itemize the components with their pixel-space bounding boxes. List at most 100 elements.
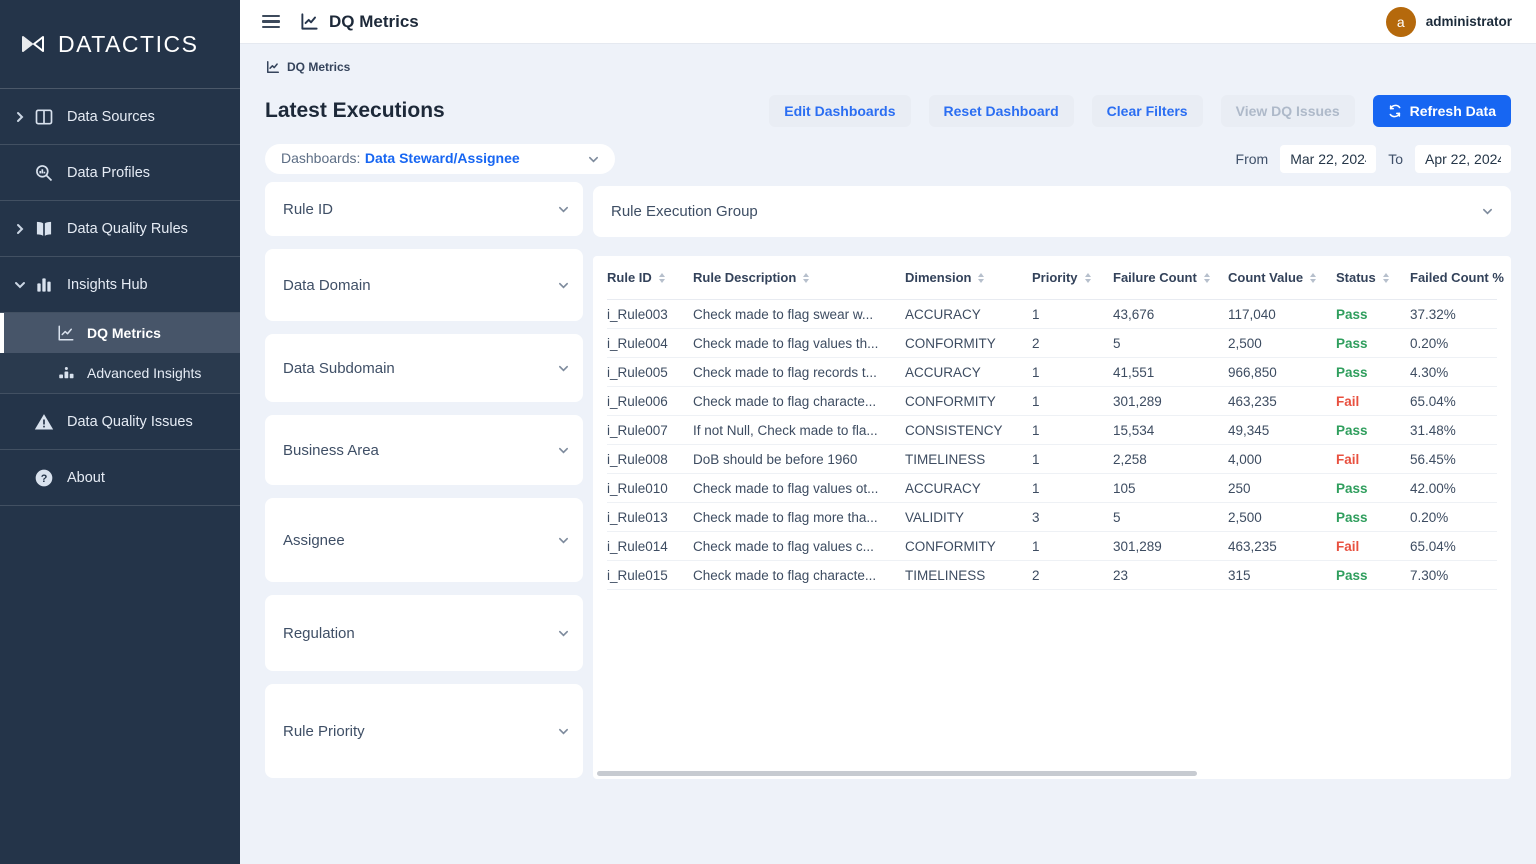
cell-rule-id: i_Rule013 [607, 510, 693, 525]
view-dq-issues-button[interactable]: View DQ Issues [1221, 95, 1355, 127]
chevron-down-icon [558, 445, 569, 456]
cell-failure-count: 43,676 [1113, 307, 1228, 322]
date-from-input[interactable] [1280, 145, 1376, 173]
cell-count-value: 4,000 [1228, 452, 1336, 467]
avatar[interactable]: a [1386, 7, 1416, 37]
chevron-down-icon [558, 726, 569, 737]
column-header-failed-count-pct[interactable]: Failed Count % [1410, 270, 1497, 285]
sort-icon[interactable] [659, 273, 665, 283]
sort-icon[interactable] [803, 273, 809, 283]
refresh-icon [1388, 104, 1402, 118]
sidebar-item-data-quality-issues[interactable]: Data Quality Issues [0, 394, 240, 450]
cell-dimension: CONSISTENCY [905, 423, 1032, 438]
horizontal-scrollbar[interactable] [597, 771, 1197, 776]
reset-dashboard-button[interactable]: Reset Dashboard [929, 95, 1074, 127]
cell-rule-description: Check made to flag values c... [693, 539, 905, 554]
cell-status-badge: Pass [1336, 336, 1410, 351]
chevron-right-icon [14, 111, 26, 123]
filter-collapse[interactable]: Business Area [265, 415, 583, 485]
sidebar-item-advanced-insights[interactable]: Advanced Insights [0, 353, 240, 393]
cell-failure-count: 23 [1113, 568, 1228, 583]
filter-label: Rule ID [283, 201, 333, 218]
cell-rule-id: i_Rule003 [607, 307, 693, 322]
cell-count-value: 2,500 [1228, 336, 1336, 351]
cell-priority: 1 [1032, 423, 1113, 438]
cell-priority: 1 [1032, 365, 1113, 380]
dashboards-select[interactable]: Dashboards: Data Steward/Assignee [265, 144, 615, 174]
sidebar-item-data-sources[interactable]: Data Sources [0, 89, 240, 145]
cell-rule-id: i_Rule008 [607, 452, 693, 467]
cell-count-value: 463,235 [1228, 539, 1336, 554]
cell-dimension: CONFORMITY [905, 336, 1032, 351]
column-header-rule-id[interactable]: Rule ID [607, 270, 693, 285]
cell-rule-description: Check made to flag values th... [693, 336, 905, 351]
cell-rule-description: Check made to flag characte... [693, 568, 905, 583]
sidebar-item-insights-hub[interactable]: Insights Hub [0, 257, 240, 313]
cell-count-value: 463,235 [1228, 394, 1336, 409]
cell-failure-count: 2,258 [1113, 452, 1228, 467]
sort-icon[interactable] [1310, 273, 1316, 283]
cell-rule-description: Check made to flag more tha... [693, 510, 905, 525]
column-header-priority[interactable]: Priority [1032, 270, 1113, 285]
cell-dimension: CONFORMITY [905, 394, 1032, 409]
cell-rule-id: i_Rule015 [607, 568, 693, 583]
column-header-failure-count[interactable]: Failure Count [1113, 270, 1228, 285]
table-row[interactable]: i_Rule013 Check made to flag more tha...… [607, 503, 1497, 532]
table-row[interactable]: i_Rule005 Check made to flag records t..… [607, 358, 1497, 387]
cell-failed-count-pct: 31.48% [1410, 423, 1497, 438]
column-header-rule-description[interactable]: Rule Description [693, 270, 905, 285]
cell-count-value: 315 [1228, 568, 1336, 583]
cell-count-value: 966,850 [1228, 365, 1336, 380]
hamburger-menu-icon[interactable] [262, 15, 280, 29]
filter-collapse[interactable]: Rule Priority [265, 684, 583, 778]
cell-failed-count-pct: 65.04% [1410, 394, 1497, 409]
cell-dimension: CONFORMITY [905, 539, 1032, 554]
breadcrumb-label[interactable]: DQ Metrics [287, 60, 350, 74]
rule-execution-group-collapse[interactable]: Rule Execution Group [593, 186, 1511, 237]
cell-dimension: TIMELINESS [905, 568, 1032, 583]
sort-icon[interactable] [1085, 273, 1091, 283]
sidebar-item-about[interactable]: ? About [0, 450, 240, 506]
column-header-dimension[interactable]: Dimension [905, 270, 1032, 285]
table-row[interactable]: i_Rule008 DoB should be before 1960 TIME… [607, 445, 1497, 474]
sidebar-item-data-profiles[interactable]: Data Profiles [0, 145, 240, 201]
clear-filters-button[interactable]: Clear Filters [1092, 95, 1203, 127]
edit-dashboards-button[interactable]: Edit Dashboards [769, 95, 910, 127]
sort-icon[interactable] [1383, 273, 1389, 283]
filter-collapse[interactable]: Assignee [265, 498, 583, 582]
table-row[interactable]: i_Rule014 Check made to flag values c...… [607, 532, 1497, 561]
line-chart-icon [266, 60, 280, 74]
date-to-input[interactable] [1415, 145, 1511, 173]
cell-status-badge: Fail [1336, 539, 1410, 554]
cell-rule-description: If not Null, Check made to fla... [693, 423, 905, 438]
table-row[interactable]: i_Rule004 Check made to flag values th..… [607, 329, 1497, 358]
table-row[interactable]: i_Rule010 Check made to flag values ot..… [607, 474, 1497, 503]
dashboards-select-label: Dashboards: [281, 150, 360, 166]
cell-priority: 1 [1032, 481, 1113, 496]
datactics-bowtie-icon [20, 31, 46, 57]
user-menu[interactable]: a administrator [1386, 7, 1512, 37]
breadcrumb: DQ Metrics [240, 44, 1536, 90]
column-header-status[interactable]: Status [1336, 270, 1410, 285]
table-row[interactable]: i_Rule006 Check made to flag characte...… [607, 387, 1497, 416]
top-header: DQ Metrics a administrator [240, 0, 1536, 44]
cell-status-badge: Pass [1336, 510, 1410, 525]
filter-collapse[interactable]: Rule ID [265, 182, 583, 236]
sort-icon[interactable] [1204, 273, 1210, 283]
sidebar-item-dq-metrics[interactable]: DQ Metrics [0, 313, 240, 353]
sort-icon[interactable] [978, 273, 984, 283]
main-area: DQ Metrics a administrator DQ Metrics La… [240, 0, 1536, 864]
filter-collapse[interactable]: Data Subdomain [265, 334, 583, 402]
table-row[interactable]: i_Rule015 Check made to flag characte...… [607, 561, 1497, 590]
table-row[interactable]: i_Rule003 Check made to flag swear w... … [607, 300, 1497, 329]
chevron-down-icon [588, 154, 599, 165]
refresh-data-button[interactable]: Refresh Data [1373, 95, 1511, 127]
table-row[interactable]: i_Rule007 If not Null, Check made to fla… [607, 416, 1497, 445]
date-to-label: To [1388, 151, 1403, 167]
sidebar: DATACTICS Data Sources Data Profiles Dat… [0, 0, 240, 864]
filter-label: Assignee [283, 532, 345, 549]
filter-collapse[interactable]: Data Domain [265, 249, 583, 321]
filter-collapse[interactable]: Regulation [265, 595, 583, 671]
column-header-count-value[interactable]: Count Value [1228, 270, 1336, 285]
sidebar-item-data-quality-rules[interactable]: Data Quality Rules [0, 201, 240, 257]
